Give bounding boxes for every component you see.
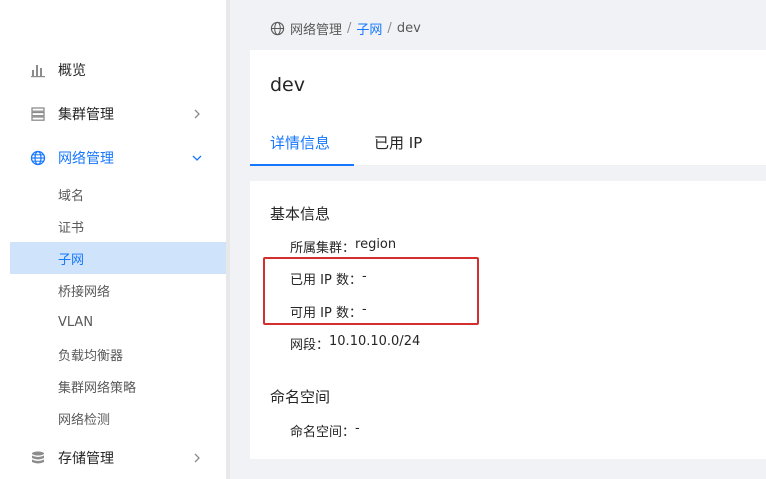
sidebar-item-label: 概览 [58,63,86,79]
sidebar-divider [226,0,230,479]
sidebar-subitem-label: 集群网络策略 [58,380,137,396]
sidebar-item-storage[interactable]: 存储管理 [0,438,226,478]
sidebar-item-label: 集群管理 [58,107,114,123]
sidebar-item-label: 存储管理 [58,451,114,467]
sidebar-subitem-label: 证书 [58,220,85,236]
breadcrumb-root[interactable]: 网络管理 [290,19,342,38]
sidebar-subitem-label: 桥接网络 [58,284,111,300]
sidebar-subitem-network-check[interactable]: 网络检测 [10,402,226,434]
sidebar-item-cluster[interactable]: 集群管理 [0,94,226,134]
field-cluster: 所属集群： region [290,237,396,256]
field-label: 网段： [290,338,330,353]
globe-icon [270,21,285,35]
sidebar-subitem-label: VLAN [58,314,94,330]
sidebar-item-overview[interactable]: 概览 [0,50,226,90]
sidebar-subitem-cluster-network-policy[interactable]: 集群网络策略 [10,370,226,402]
sidebar-subitem-vlan[interactable]: VLAN [10,306,226,338]
bar-chart-icon [31,65,45,78]
sidebar-subitem-bridge-network[interactable]: 桥接网络 [10,274,226,306]
field-label: 命名空间： [290,425,356,440]
field-value: region [355,237,397,252]
sidebar-subitem-subnet[interactable]: 子网 [10,242,226,274]
basic-info-title: 基本信息 [270,205,331,223]
tabs: 详情信息 已用 IP [250,124,766,166]
sidebar-item-label: 网络管理 [58,151,114,167]
breadcrumb-separator: / [347,20,352,36]
sidebar-subitem-label: 负载均衡器 [58,348,124,364]
sidebar-subitem-label: 域名 [58,188,85,204]
tab-details[interactable]: 详情信息 [270,132,330,153]
sidebar-subitem-label: 网络检测 [58,412,111,428]
database-icon [32,451,44,464]
sidebar-subitem-certificate[interactable]: 证书 [10,210,226,242]
field-label: 所属集群： [290,241,356,256]
field-value: - [355,421,360,436]
header-card: dev 详情信息 已用 IP [250,50,766,166]
server-icon [31,107,45,121]
globe-icon [30,150,46,166]
field-value: 10.10.10.0/24 [329,334,421,349]
namespace-title: 命名空间 [270,388,331,406]
chevron-right-icon [194,453,200,463]
breadcrumb: 网络管理 / 子网 / dev [270,18,421,38]
sidebar-item-network[interactable]: 网络管理 [0,138,226,178]
tab-used-ip[interactable]: 已用 IP [374,132,422,153]
tab-active-indicator [250,164,354,166]
chevron-right-icon [194,109,200,119]
breadcrumb-current: dev [396,20,421,36]
field-cidr: 网段： 10.10.10.0/24 [290,334,420,353]
chevron-down-icon [192,155,202,161]
breadcrumb-subnet-link[interactable]: 子网 [356,19,382,38]
sidebar-subitem-domain[interactable]: 域名 [10,178,226,210]
sidebar-subitem-load-balancer[interactable]: 负载均衡器 [10,338,226,370]
sidebar: 概览 集群管理 网络管理 域名 证书 子网 桥接网络 VLAN 负载均衡器 集群… [0,0,226,479]
page-title: dev [270,74,305,96]
field-namespace: 命名空间： - [290,421,360,440]
breadcrumb-separator: / [387,20,392,36]
sidebar-subitem-label: 子网 [58,252,85,268]
highlight-annotation-box [263,257,479,325]
